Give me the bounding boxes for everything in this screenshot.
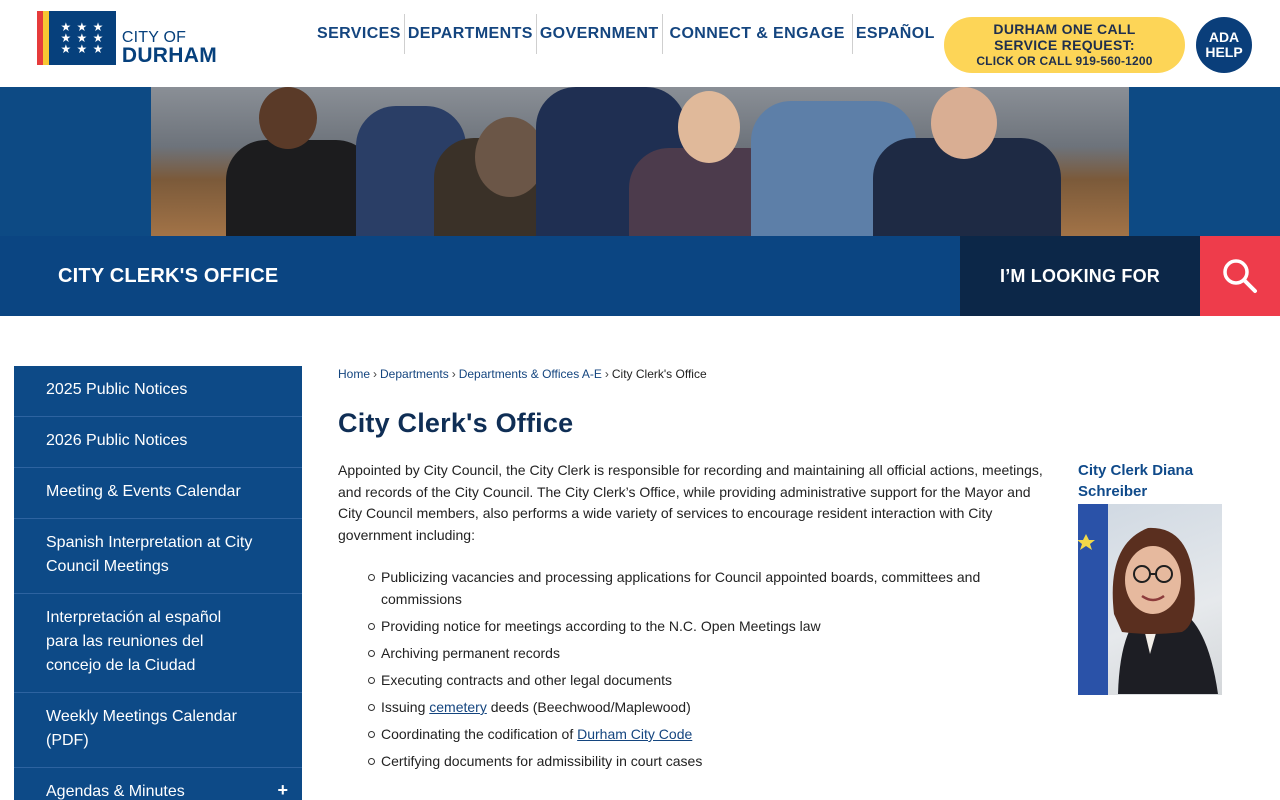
sidebar-item-weekly-meetings-calendar[interactable]: Weekly Meetings Calendar (PDF) (14, 693, 302, 768)
sidebar-item-2026-public-notices[interactable]: 2026 Public Notices (14, 417, 302, 468)
photo-figure (226, 140, 376, 236)
photo-figure (475, 117, 545, 197)
clerk-portrait-image (1078, 504, 1218, 695)
page-title: City Clerk's Office (338, 408, 574, 438)
photo-figure (678, 91, 740, 163)
ada-line2: HELP (1205, 44, 1243, 60)
sidebar-item-label: Spanish Interpretation at City Council M… (46, 534, 253, 575)
logo-bars (37, 11, 49, 67)
nav-departments[interactable]: DEPARTMENTS (405, 14, 536, 54)
nav-espanol[interactable]: ESPAÑOL (853, 14, 938, 54)
cemetery-link[interactable]: cemetery (429, 699, 487, 715)
breadcrumb-current: City Clerk's Office (611, 367, 707, 381)
clerk-caption: City Clerk Diana Schreiber (1078, 462, 1194, 500)
call-line3: CLICK OR CALL 919-560-1200 (976, 54, 1153, 68)
sidebar-item-agendas-minutes[interactable]: Agendas & Minutes + (14, 768, 302, 800)
list-item-text: Certifying documents for admissibility i… (381, 753, 703, 769)
breadcrumb-separator: › (373, 367, 378, 381)
intro-paragraph: Appointed by City Council, the City Cler… (338, 462, 1043, 543)
list-item: Coordinating the codification of Durham … (368, 723, 1041, 745)
department-bar: CITY CLERK'S OFFICE I’M LOOKING FOR (0, 236, 1280, 316)
list-item-text: Executing contracts and other legal docu… (381, 672, 673, 688)
sidebar-item-label: 2026 Public Notices (46, 432, 188, 449)
search-button[interactable] (1200, 236, 1280, 316)
logo-stars-icon: ★ ★ ★ ★ ★ ★ ★ ★ ★ (49, 11, 116, 65)
logo-line2: DURHAM (121, 44, 217, 67)
breadcrumb-home[interactable]: Home (338, 367, 370, 381)
council-photo (151, 87, 1129, 236)
photo-figure (259, 87, 317, 149)
list-item-text: Publicizing vacancies and processing app… (381, 569, 981, 607)
list-item-text: Archiving permanent records (381, 645, 560, 661)
sidebar-item-label: Weekly Meetings Calendar (PDF) (46, 708, 237, 749)
sidebar-item-meeting-events-calendar[interactable]: Meeting & Events Calendar (14, 468, 302, 519)
sidebar-item-label: Meeting & Events Calendar (46, 483, 241, 500)
search-icon (1223, 259, 1257, 293)
breadcrumb-departments-offices[interactable]: Departments & Offices A-E (459, 367, 602, 381)
site-header: ★ ★ ★ ★ ★ ★ ★ ★ ★ CITY OF DURHAM SERVICES … (0, 0, 1280, 87)
clerk-photo (1078, 504, 1222, 695)
sidebar-item-label: Agendas & Minutes (46, 783, 185, 800)
list-item: Certifying documents for admissibility i… (368, 750, 1041, 772)
sidebar-item-interpretacion-espanol[interactable]: Interpretación al español para las reuni… (14, 594, 302, 693)
looking-for-button[interactable]: I’M LOOKING FOR (960, 236, 1200, 316)
hero-banner (0, 87, 1280, 236)
city-logo[interactable]: ★ ★ ★ ★ ★ ★ ★ ★ ★ CITY OF DURHAM (37, 11, 217, 67)
sidebar-nav: 2025 Public Notices 2026 Public Notices … (14, 366, 302, 800)
list-item: Issuing cemetery deeds (Beechwood/Maplew… (368, 696, 1041, 718)
call-line2: SERVICE REQUEST: (994, 37, 1135, 53)
list-item: Archiving permanent records (368, 642, 1041, 664)
list-item: Providing notice for meetings according … (368, 615, 1041, 637)
list-item-text: deeds (Beechwood/Maplewood) (486, 699, 691, 715)
list-item: Publicizing vacancies and processing app… (368, 566, 1041, 610)
breadcrumb-separator: › (451, 367, 456, 381)
breadcrumb-separator: › (604, 367, 609, 381)
nav-connect-engage[interactable]: CONNECT & ENGAGE (663, 14, 848, 54)
sidebar-item-spanish-interpretation[interactable]: Spanish Interpretation at City Council M… (14, 519, 302, 594)
nav-government[interactable]: GOVERNMENT (537, 14, 662, 54)
list-item-text: Coordinating the codification of (381, 726, 578, 742)
photo-figure (931, 87, 997, 159)
breadcrumb-departments[interactable]: Departments (380, 367, 449, 381)
call-line1: DURHAM ONE CALL (993, 21, 1136, 37)
list-item-text: Providing notice for meetings according … (381, 618, 821, 634)
logo-text: CITY OF DURHAM (116, 11, 217, 67)
list-item-text: Issuing (381, 699, 430, 715)
department-title: CITY CLERK'S OFFICE (58, 264, 279, 287)
sidebar-item-label: Interpretación al español para las reuni… (46, 609, 222, 674)
ada-help-button[interactable]: ADA HELP (1196, 17, 1252, 73)
ada-line1: ADA (1208, 29, 1240, 45)
list-item: Executing contracts and other legal docu… (368, 669, 1041, 691)
services-list: Publicizing vacancies and processing app… (368, 566, 1041, 777)
sidebar-item-label: 2025 Public Notices (46, 381, 188, 398)
sidebar-item-2025-public-notices[interactable]: 2025 Public Notices (14, 366, 302, 417)
top-nav: SERVICES DEPARTMENTS GOVERNMENT CONNECT … (314, 14, 938, 54)
nav-services[interactable]: SERVICES (314, 14, 404, 54)
expand-plus-icon[interactable]: + (277, 778, 288, 800)
breadcrumb: Home › Departments › Departments & Offices A… (338, 367, 707, 381)
one-call-button[interactable]: DURHAM ONE CALL SERVICE REQUEST: CLICK O… (944, 17, 1185, 73)
city-code-link[interactable]: Durham City Code (577, 726, 692, 742)
